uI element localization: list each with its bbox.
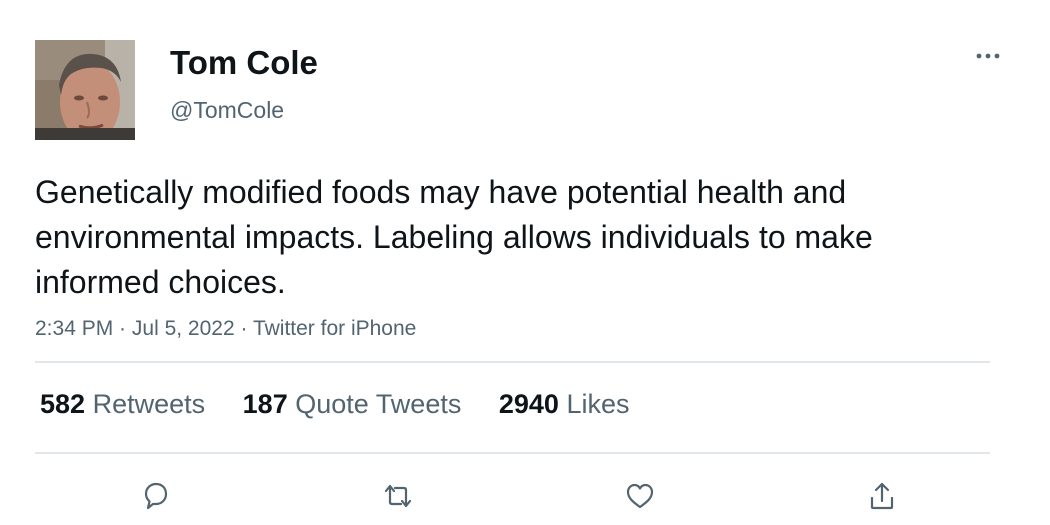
reply-icon bbox=[144, 482, 168, 510]
divider bbox=[35, 361, 990, 363]
more-button[interactable] bbox=[970, 44, 1006, 68]
more-icon bbox=[976, 53, 1000, 59]
meta-separator: · bbox=[234, 317, 253, 340]
tweet-stats: 582 Retweets 187 Quote Tweets 2940 Likes bbox=[40, 386, 659, 422]
retweet-button[interactable] bbox=[378, 476, 418, 516]
quote-tweets-stat[interactable]: 187 Quote Tweets bbox=[243, 386, 462, 422]
heart-icon bbox=[626, 483, 654, 509]
divider bbox=[35, 452, 990, 454]
tweet-text: Genetically modified foods may have pote… bbox=[35, 174, 873, 300]
meta-separator: · bbox=[113, 317, 132, 340]
retweets-stat[interactable]: 582 Retweets bbox=[40, 386, 205, 422]
author-handle[interactable]: @TomCole bbox=[170, 96, 284, 124]
tweet-date[interactable]: Jul 5, 2022 bbox=[132, 317, 235, 340]
likes-label: Likes bbox=[566, 389, 630, 419]
tweet-card: Tom Cole @TomCole Genetically modified f… bbox=[0, 0, 1050, 525]
tweet-time[interactable]: 2:34 PM bbox=[35, 317, 113, 340]
share-icon bbox=[870, 482, 894, 510]
quote-tweets-label: Quote Tweets bbox=[295, 389, 462, 419]
like-button[interactable] bbox=[620, 476, 660, 516]
avatar[interactable] bbox=[35, 40, 135, 140]
retweets-count: 582 bbox=[40, 389, 86, 419]
author-name[interactable]: Tom Cole bbox=[170, 42, 318, 84]
likes-count: 2940 bbox=[498, 389, 559, 419]
retweets-label: Retweets bbox=[92, 389, 206, 419]
reply-button[interactable] bbox=[136, 476, 176, 516]
tweet-source[interactable]: Twitter for iPhone bbox=[253, 317, 416, 340]
avatar-image bbox=[35, 40, 135, 140]
quote-tweets-count: 187 bbox=[242, 389, 288, 419]
retweet-icon bbox=[384, 484, 412, 508]
share-button[interactable] bbox=[862, 476, 902, 516]
tweet-meta: 2:34 PM · Jul 5, 2022 · Twitter for iPho… bbox=[35, 315, 416, 343]
likes-stat[interactable]: 2940 Likes bbox=[499, 386, 630, 422]
